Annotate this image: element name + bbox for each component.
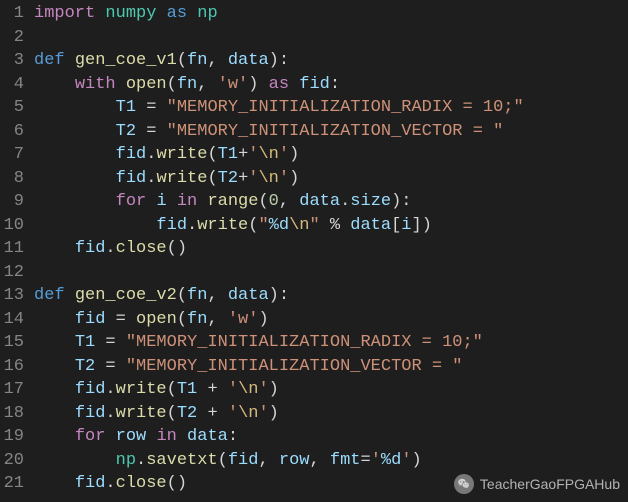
line-number: 17	[0, 378, 24, 402]
code-line[interactable]: fid.write("%d\n" % data[i])	[34, 214, 628, 238]
code-line[interactable]: def gen_coe_v1(fn, data):	[34, 49, 628, 73]
watermark: TeacherGaoFPGAHub	[454, 473, 620, 497]
line-number: 16	[0, 355, 24, 379]
line-number: 5	[0, 96, 24, 120]
line-number: 19	[0, 425, 24, 449]
line-number: 12	[0, 261, 24, 285]
line-number: 13	[0, 284, 24, 308]
line-number-gutter: 123456789101112131415161718192021	[0, 0, 34, 502]
code-content[interactable]: import numpy as np def gen_coe_v1(fn, dat…	[34, 0, 628, 502]
line-number: 15	[0, 331, 24, 355]
line-number: 21	[0, 472, 24, 496]
code-line[interactable]: def gen_coe_v2(fn, data):	[34, 284, 628, 308]
line-number: 8	[0, 167, 24, 191]
line-number: 11	[0, 237, 24, 261]
line-number: 18	[0, 402, 24, 426]
code-line[interactable]: import numpy as np	[34, 2, 628, 26]
code-line[interactable]: T2 = "MEMORY_INITIALIZATION_VECTOR = "	[34, 120, 628, 144]
line-number: 10	[0, 214, 24, 238]
watermark-text: TeacherGaoFPGAHub	[480, 473, 620, 497]
wechat-icon	[454, 474, 474, 494]
line-number: 9	[0, 190, 24, 214]
line-number: 6	[0, 120, 24, 144]
line-number: 1	[0, 2, 24, 26]
line-number: 4	[0, 73, 24, 97]
code-line[interactable]: fid.write(T2 + '\n')	[34, 402, 628, 426]
code-line[interactable]: T1 = "MEMORY_INITIALIZATION_RADIX = 10;"	[34, 331, 628, 355]
code-line[interactable]: fid.write(T2+'\n')	[34, 167, 628, 191]
line-number: 3	[0, 49, 24, 73]
code-line[interactable]: fid = open(fn, 'w')	[34, 308, 628, 332]
line-number: 2	[0, 26, 24, 50]
line-number: 20	[0, 449, 24, 473]
code-line[interactable]: fid.write(T1+'\n')	[34, 143, 628, 167]
code-editor[interactable]: 123456789101112131415161718192021 import…	[0, 0, 628, 502]
code-line[interactable]: for row in data:	[34, 425, 628, 449]
line-number: 14	[0, 308, 24, 332]
code-line[interactable]: fid.write(T1 + '\n')	[34, 378, 628, 402]
code-line[interactable]: T2 = "MEMORY_INITIALIZATION_VECTOR = "	[34, 355, 628, 379]
code-line[interactable]: with open(fn, 'w') as fid:	[34, 73, 628, 97]
code-line[interactable]	[34, 26, 628, 50]
code-line[interactable]: T1 = "MEMORY_INITIALIZATION_RADIX = 10;"	[34, 96, 628, 120]
line-number: 7	[0, 143, 24, 167]
code-line[interactable]: fid.close()	[34, 237, 628, 261]
code-line[interactable]: for i in range(0, data.size):	[34, 190, 628, 214]
code-line[interactable]: np.savetxt(fid, row, fmt='%d')	[34, 449, 628, 473]
code-line[interactable]	[34, 261, 628, 285]
